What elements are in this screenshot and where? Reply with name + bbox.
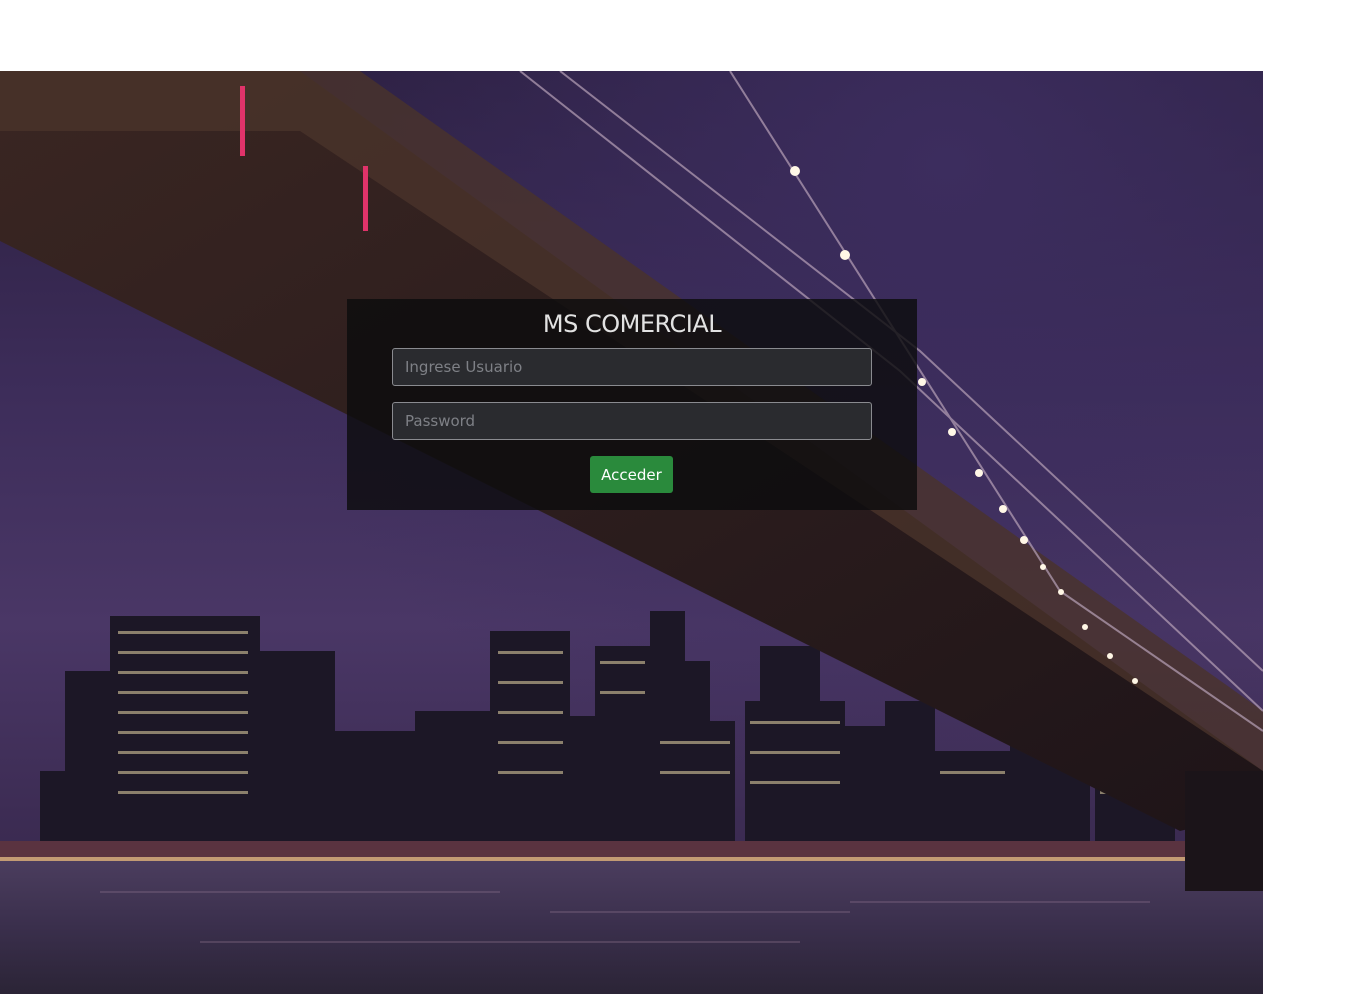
login-panel: MS COMERCIAL Acceder [347,299,917,510]
username-input[interactable] [392,348,872,386]
background-photo [0,71,1263,994]
password-input[interactable] [392,402,872,440]
login-button[interactable]: Acceder [590,456,673,493]
skyline-bridge-illustration [0,71,1263,994]
app-title: MS COMERCIAL [542,310,722,338]
